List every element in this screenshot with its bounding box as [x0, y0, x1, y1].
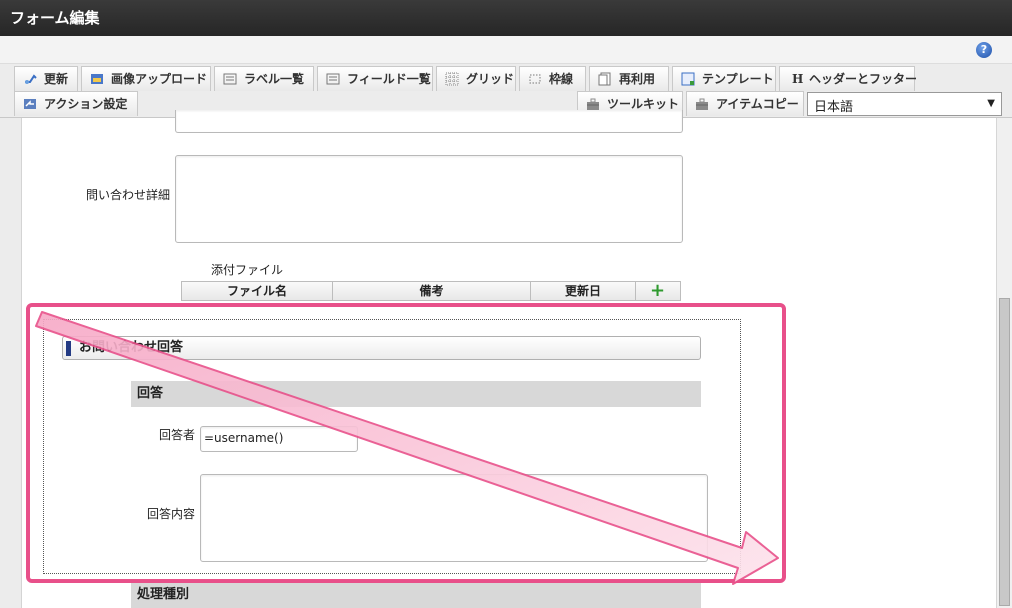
- label-list-label: ラベル一覧: [244, 72, 305, 86]
- toolbox-icon: [587, 98, 599, 110]
- border-icon: [529, 74, 541, 84]
- process-type-group-bar: 処理種別: [131, 582, 701, 608]
- respondent-label: 回答者: [158, 428, 195, 442]
- template-button[interactable]: テンプレート: [672, 66, 776, 91]
- column-remarks: 備考: [333, 282, 531, 301]
- toolbox-icon: [696, 98, 708, 110]
- reuse-label: 再利用: [619, 72, 656, 86]
- field-list-button[interactable]: フィールド一覧: [317, 66, 433, 91]
- upper-textarea[interactable]: [175, 110, 683, 133]
- update-button[interactable]: 更新: [14, 66, 78, 91]
- refresh-icon: [25, 74, 37, 84]
- update-label: 更新: [44, 72, 69, 86]
- attachment-table-header: ファイル名 備考 更新日 +: [181, 281, 681, 301]
- window-title: フォーム編集: [0, 0, 1012, 36]
- border-button[interactable]: 枠線: [519, 66, 586, 91]
- section-title-bar: お問い合わせ回答: [62, 336, 701, 360]
- item-copy-button[interactable]: アイテムコピー: [686, 91, 804, 116]
- vertical-scrollbar[interactable]: [996, 118, 1012, 608]
- add-attachment-plus-icon[interactable]: +: [650, 282, 665, 300]
- scrollbar-thumb[interactable]: [999, 298, 1010, 606]
- action-settings-label: アクション設定: [44, 97, 128, 111]
- template-icon: [681, 72, 695, 86]
- document-icon: [598, 72, 611, 86]
- language-value: 日本語: [814, 100, 854, 115]
- inquiry-detail-textarea[interactable]: [175, 155, 683, 243]
- grid-icon: [445, 72, 459, 86]
- column-updated: 更新日: [531, 282, 636, 301]
- header-footer-button[interactable]: H ヘッダーとフッター: [779, 66, 918, 91]
- item-copy-label: アイテムコピー: [716, 97, 799, 111]
- label-list-button[interactable]: ラベル一覧: [214, 66, 314, 91]
- border-label: 枠線: [549, 72, 574, 86]
- answer-content-label: 回答内容: [146, 507, 195, 521]
- column-filename: ファイル名: [182, 282, 333, 301]
- left-margin: [0, 118, 22, 608]
- field-list-label: フィールド一覧: [347, 72, 431, 86]
- header-icon: H: [792, 72, 804, 86]
- image-icon: [91, 74, 103, 84]
- answer-group-bar: 回答: [131, 381, 701, 407]
- grid-button[interactable]: グリッド: [436, 66, 516, 91]
- action-icon: [24, 99, 36, 109]
- reuse-button[interactable]: 再利用: [589, 66, 669, 91]
- inquiry-detail-label: 問い合わせ詳細: [85, 188, 170, 202]
- dropdown-arrow-icon: ▼: [987, 98, 995, 109]
- respondent-field[interactable]: =username(): [200, 426, 358, 452]
- template-label: テンプレート: [702, 72, 774, 86]
- answer-content-textarea[interactable]: [200, 474, 708, 562]
- grid-label: グリッド: [466, 72, 515, 86]
- section-title: お問い合わせ回答: [79, 340, 184, 355]
- section-marker: [66, 341, 71, 356]
- language-select[interactable]: 日本語 ▼: [807, 92, 1002, 116]
- image-upload-label: 画像アップロード: [111, 72, 208, 86]
- list-icon: [326, 73, 340, 85]
- header-footer-label: ヘッダーとフッター: [809, 72, 918, 86]
- attachment-label: 添付ファイル: [211, 263, 284, 277]
- help-bar: ?: [0, 36, 1012, 64]
- image-upload-button[interactable]: 画像アップロード: [81, 66, 211, 91]
- help-icon[interactable]: ?: [976, 42, 992, 58]
- list-icon: [223, 73, 237, 85]
- action-settings-button[interactable]: アクション設定: [14, 91, 138, 116]
